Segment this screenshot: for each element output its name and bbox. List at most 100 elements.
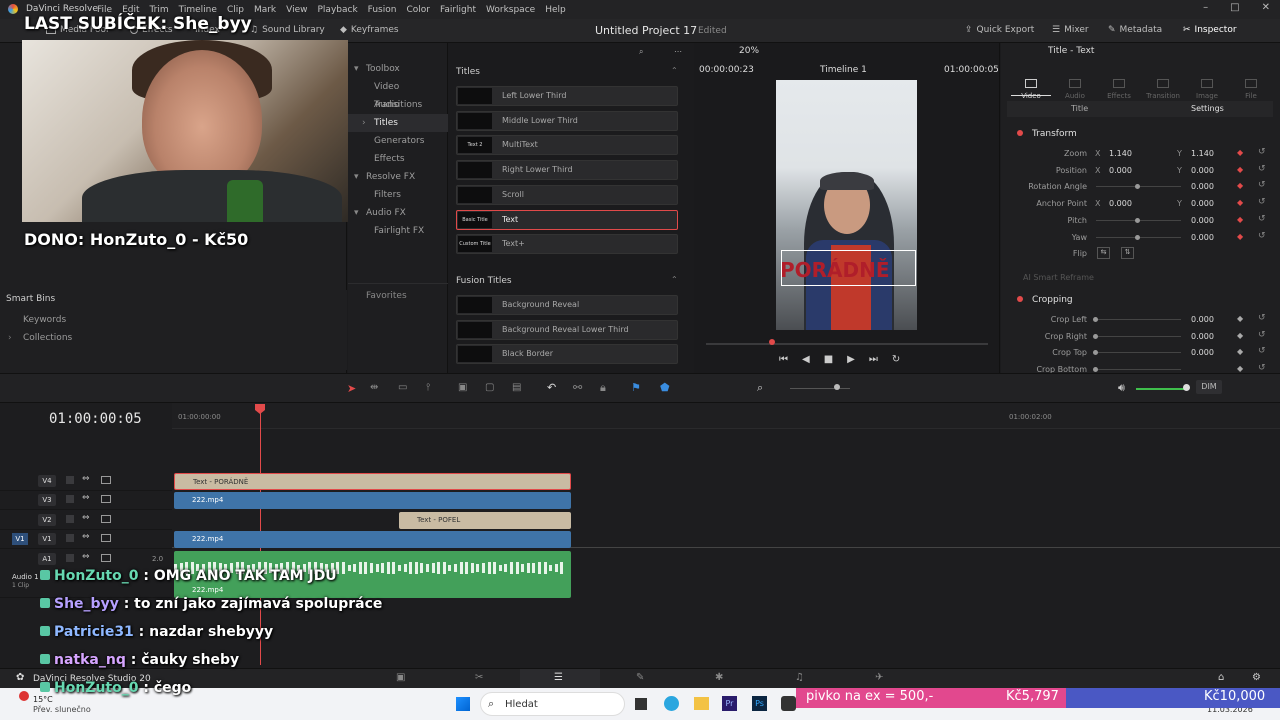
davinci-taskbar-icon[interactable] [781,696,796,711]
effects-tree-item[interactable]: Effects [348,150,448,168]
viewer-playhead[interactable] [769,339,775,345]
effects-tree-item[interactable]: › Titles [348,114,448,132]
lock-icon[interactable]: 🔒︎ [600,381,606,395]
monitor-icon[interactable] [101,476,111,484]
taskbar-search[interactable]: ⌕ Hledat [480,692,625,716]
go-to-start-icon[interactable]: ⏮ [779,354,788,365]
track-name[interactable]: V2 [38,514,56,526]
lock-icon[interactable] [66,476,74,484]
transform-slider-handle[interactable] [1135,234,1140,240]
menu-playback[interactable]: Playback [318,5,358,15]
fusion-title-item[interactable]: Background Reveal [456,295,678,315]
viewer-scrubber[interactable] [706,343,988,345]
cropping-value[interactable]: 0.000 [1191,332,1214,341]
transform-selection-box[interactable] [781,250,916,286]
cropping-value[interactable]: 0.000 [1191,315,1214,324]
dim-button[interactable]: DIM [1196,380,1222,394]
menu-workspace[interactable]: Workspace [486,5,535,15]
dynamic-trim-icon[interactable]: ▭ [398,382,407,393]
transform-value[interactable]: 0.000 [1191,216,1214,225]
marker-icon[interactable]: ⬟ [660,381,670,394]
title-template-item[interactable]: Custom Title Text+ [456,234,678,255]
photoshop-icon[interactable]: Ps [752,696,767,711]
transform-value[interactable]: 0.000 [1191,233,1214,242]
timeline-ruler[interactable] [172,403,1280,429]
linked-selection-icon[interactable]: ⚯ [573,381,582,394]
quick-export-button[interactable]: ⇪ Quick Export [965,25,1034,35]
title-template-item[interactable]: Left Lower Third [456,86,678,106]
cropping-slider-handle[interactable] [1093,350,1098,355]
effects-tree-item[interactable]: Filters [348,186,448,204]
subtab-settings[interactable]: Settings [1191,104,1224,113]
track-name[interactable]: V4 [38,475,56,487]
fusion-page-icon[interactable]: ✎ [636,672,644,683]
edge-browser-icon[interactable] [664,696,679,711]
selection-tool-icon[interactable]: ➤ [347,382,356,395]
edit-page-icon[interactable]: ☰ [554,672,563,683]
menu-clip[interactable]: Clip [227,5,244,15]
premiere-icon[interactable]: Pr [722,696,737,711]
reset-icon[interactable]: ↺ [1258,197,1266,207]
chevron-icon[interactable]: › [362,114,366,132]
color-page-icon[interactable]: ✱ [715,672,723,683]
keyframe-icon[interactable]: ◆ [1237,165,1243,174]
transform-y-value[interactable]: 0.000 [1191,199,1214,208]
volume-icon[interactable]: 🔊︎ [1118,381,1125,395]
reset-icon[interactable]: ↺ [1258,180,1266,190]
track-name[interactable]: V3 [38,494,56,506]
close-icon[interactable]: ✕ [1262,2,1270,13]
reset-icon[interactable]: ↺ [1258,363,1266,373]
timeline-clip[interactable]: 222.mp4 [174,531,571,548]
settings-gear-icon[interactable]: ⚙ [1252,672,1261,683]
smart-bin-keywords[interactable]: Keywords [23,315,66,325]
chevron-up-icon[interactable]: ⌃ [671,66,678,75]
transform-value[interactable]: 0.000 [1191,182,1214,191]
auto-select-icon[interactable]: ⇔ [82,493,90,503]
keyframes-button[interactable]: ◆ Keyframes [340,25,399,35]
effects-tree-item[interactable]: ▾ Toolbox [348,60,448,78]
cropping-slider[interactable] [1096,335,1181,337]
timeline-clip[interactable]: Text - PORÁDNĚ [174,473,571,490]
lock-icon[interactable] [66,515,74,523]
chevron-icon[interactable]: ▾ [354,204,359,222]
menu-file[interactable]: File [97,5,112,15]
menu-help[interactable]: Help [545,5,566,15]
metadata-button[interactable]: ✎ Metadata [1108,25,1162,35]
fusion-title-item[interactable]: Background Reveal Lower Third [456,319,678,340]
search-icon[interactable]: ⌕ [639,47,643,57]
monitor-icon[interactable] [101,534,111,542]
auto-select-icon[interactable]: ⇔ [82,532,90,542]
cropping-slider-handle[interactable] [1093,317,1098,322]
volume-slider-handle[interactable] [1183,384,1190,391]
effects-tree-item[interactable]: Generators [348,132,448,150]
transform-y-value[interactable]: 1.140 [1191,149,1214,158]
fairlight-page-icon[interactable]: ♫ [795,672,804,683]
cropping-value[interactable]: 0.000 [1191,348,1214,357]
cropping-slider[interactable] [1096,368,1181,370]
task-view-icon[interactable] [635,698,647,710]
inspector-tab-video[interactable]: Video [1011,79,1051,100]
transform-x-value[interactable]: 0.000 [1109,166,1132,175]
menu-fusion[interactable]: Fusion [368,5,397,15]
viewer-frame[interactable]: PORÁDNĚ [776,80,917,330]
cut-page-icon[interactable]: ✂ [475,672,483,683]
flip-horizontal-icon[interactable]: ⇆ [1097,247,1110,260]
auto-select-icon[interactable]: ⇔ [82,513,90,523]
menu-color[interactable]: Color [406,5,430,15]
inspector-tab-transition[interactable]: Transition [1143,79,1183,100]
home-icon[interactable]: ⌂ [1218,672,1224,683]
play-reverse-icon[interactable]: ◀ [802,354,810,365]
track-name[interactable]: V1 [38,533,56,545]
keyframe-icon[interactable]: ◆ [1237,347,1243,356]
transform-slider-handle[interactable] [1135,217,1140,223]
play-icon[interactable]: ▶ [847,354,855,365]
cropping-slider-handle[interactable] [1093,333,1098,339]
keyframe-icon[interactable]: ◆ [1237,232,1243,241]
snapping-icon[interactable]: ↶ [547,381,556,394]
menu-edit[interactable]: Edit [122,5,139,15]
volume-slider[interactable] [1136,388,1186,390]
sound-library-button[interactable]: ♫ Sound Library [250,25,325,35]
keyframe-icon[interactable]: ◆ [1237,314,1243,323]
reset-icon[interactable]: ↺ [1258,164,1266,174]
windows-start-icon[interactable] [456,697,470,711]
